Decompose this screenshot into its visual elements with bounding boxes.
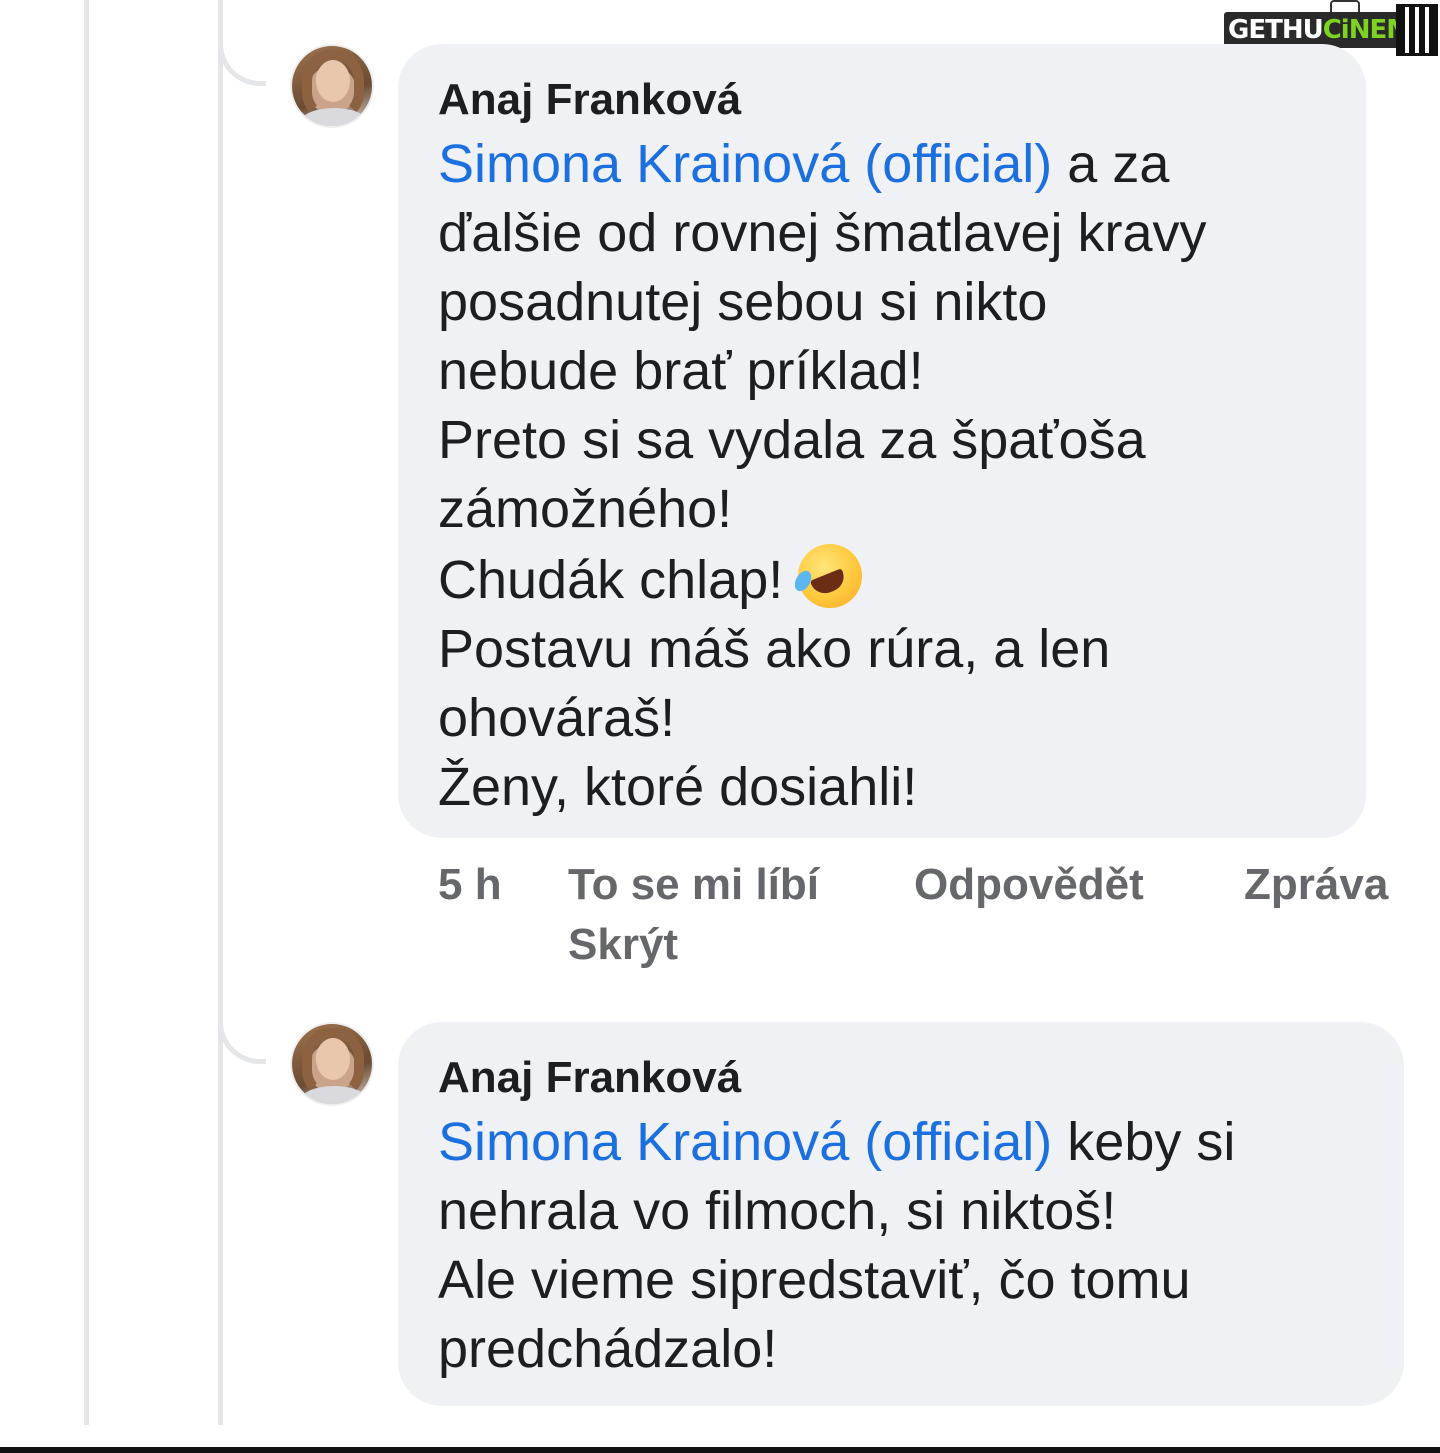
thread-line-inner	[218, 0, 223, 1425]
reply-button[interactable]: Odpovědět	[914, 856, 1144, 914]
hide-button[interactable]: Skrýt	[568, 916, 678, 974]
comment-timestamp[interactable]: 5 h	[438, 856, 502, 914]
avatar-shirt	[300, 1086, 368, 1104]
avatar[interactable]	[290, 44, 374, 128]
comment-line: ďalšie od rovnej šmatlavej kravy	[438, 203, 1207, 263]
comment-line: Postavu máš ako rúra, a len	[438, 619, 1111, 679]
comment-line: Simona Krainová (official) keby si	[438, 1108, 1364, 1177]
comment-bubble: Anaj Franková Simona Krainová (official)…	[398, 1022, 1404, 1406]
avatar-face	[316, 1038, 350, 1080]
avatar[interactable]	[290, 1022, 374, 1106]
comment-line: nehrala vo filmoch, si niktoš!	[438, 1181, 1117, 1241]
comment-line: Simona Krainová (official) a za	[438, 130, 1326, 199]
avatar-shirt	[300, 108, 368, 126]
comment-line: Ale vieme sipredstaviť, čo tomu	[438, 1250, 1191, 1310]
comment-line-text: a za	[1052, 134, 1170, 194]
watermark-part1: GETHU	[1228, 15, 1324, 45]
comment-bubble: Anaj Franková Simona Krainová (official)…	[398, 44, 1366, 838]
comment-line: zámožného!	[438, 479, 733, 539]
mention-link[interactable]: Simona Krainová (official)	[438, 134, 1052, 194]
comment-line: predchádzalo!	[438, 1319, 778, 1379]
reply-connector	[218, 1018, 266, 1064]
reply-connector	[218, 40, 266, 86]
comment-author[interactable]: Anaj Franková	[438, 1048, 1364, 1108]
bottom-divider	[0, 1447, 1440, 1453]
comment-line-text: Chudák chlap!	[438, 550, 799, 610]
comment-line: posadnutej sebou si nikto	[438, 272, 1048, 332]
comment-text: Simona Krainová (official) keby si nehra…	[438, 1108, 1364, 1384]
comment-line: Ženy, ktoré dosiahli!	[438, 757, 918, 817]
message-button[interactable]: Zpráva	[1244, 856, 1388, 914]
comment-line: Chudák chlap!	[438, 544, 1326, 615]
thread-line-outer	[84, 0, 89, 1425]
comment-line-text: keby si	[1052, 1112, 1236, 1172]
like-button[interactable]: To se mi líbí	[568, 856, 819, 914]
film-strip-icon	[1396, 4, 1438, 56]
comment-line: ohováraš!	[438, 688, 676, 748]
rolling-laughing-emoji-icon	[798, 544, 863, 608]
comment-line: nebude brať príklad!	[438, 341, 924, 401]
comment-text: Simona Krainová (official) a za ďalšie o…	[438, 130, 1326, 822]
avatar-face	[316, 60, 350, 102]
comment-line: Preto si sa vydala za špaťoša	[438, 410, 1146, 470]
comment-author[interactable]: Anaj Franková	[438, 70, 1326, 130]
mention-link[interactable]: Simona Krainová (official)	[438, 1112, 1052, 1172]
